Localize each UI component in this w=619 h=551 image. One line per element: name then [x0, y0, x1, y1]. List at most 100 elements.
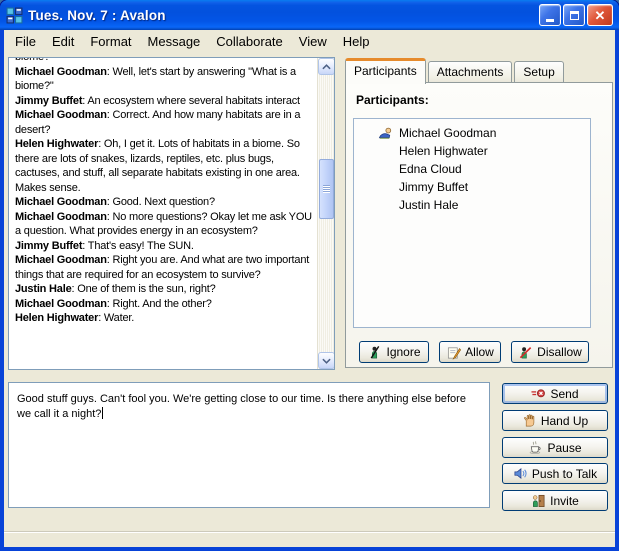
- chat-message: Michael GoodmanRight you are. And what a…: [15, 253, 314, 282]
- menu-item[interactable]: Message: [140, 32, 209, 51]
- message-author: Michael Goodman: [15, 109, 112, 121]
- menu-item[interactable]: Format: [82, 32, 139, 51]
- ignore-icon: [367, 345, 382, 360]
- speaker-icon: [513, 466, 528, 481]
- send-label: Send: [550, 387, 578, 401]
- minimize-button[interactable]: [539, 4, 561, 26]
- participant-row[interactable]: Michael Goodman: [354, 124, 590, 142]
- tab-attachments[interactable]: Attachments: [428, 61, 513, 83]
- menu-item[interactable]: Collaborate: [208, 32, 291, 51]
- chat-transcript[interactable]: biome? Michael GoodmanWell, let's start …: [8, 57, 335, 370]
- participant-name: Michael Goodman: [399, 126, 496, 140]
- app-window: Tues. Nov. 7 : Avalon ✕ File Edit Format…: [0, 0, 619, 551]
- moderation-buttons: Ignore Allow: [346, 341, 612, 365]
- participants-panel: Participants: Michael Goodman: [345, 82, 613, 368]
- participant-row[interactable]: Jimmy Buffet: [354, 178, 590, 196]
- scroll-down-button[interactable]: [318, 352, 335, 369]
- participant-row[interactable]: Helen Highwater: [354, 142, 590, 160]
- message-input[interactable]: Good stuff guys. Can't fool you. We're g…: [8, 382, 490, 508]
- message-author: Michael Goodman: [15, 211, 112, 223]
- minimize-icon: [546, 19, 554, 22]
- ignore-label: Ignore: [386, 345, 420, 359]
- transcript-text: biome? Michael GoodmanWell, let's start …: [9, 58, 317, 369]
- app-icon: [6, 7, 23, 24]
- chat-message: Jimmy BuffetThat's easy! The SUN.: [15, 239, 314, 254]
- chat-message: Michael GoodmanRight. And the other?: [15, 297, 314, 312]
- participant-name: Edna Cloud: [399, 162, 462, 176]
- message-text: One of them is the sun, right?: [77, 283, 215, 295]
- participant-name: Justin Hale: [399, 198, 458, 212]
- menu-item[interactable]: View: [291, 32, 335, 51]
- chat-message: Michael GoodmanWell, let's start by answ…: [15, 65, 314, 94]
- close-button[interactable]: ✕: [587, 4, 613, 26]
- scroll-up-button[interactable]: [318, 58, 335, 75]
- menubar: File Edit Format Message Collaborate Vie…: [4, 30, 615, 52]
- hand-up-button[interactable]: Hand Up: [502, 410, 608, 431]
- participant-row[interactable]: Justin Hale: [354, 196, 590, 214]
- push-to-talk-button[interactable]: Push to Talk: [502, 463, 608, 484]
- thumb-grip-icon: [323, 185, 330, 193]
- message-author: Helen Highwater: [15, 312, 104, 324]
- chat-message: Michael GoodmanNo more questions? Okay l…: [15, 210, 314, 239]
- window-body: File Edit Format Message Collaborate Vie…: [4, 30, 615, 547]
- participants-list[interactable]: Michael Goodman Helen Highwater: [353, 118, 591, 328]
- pause-button[interactable]: Pause: [502, 437, 608, 458]
- allow-icon: [446, 345, 461, 360]
- menu-item[interactable]: Help: [335, 32, 378, 51]
- chat-message: Helen HighwaterWater.: [15, 311, 314, 326]
- message-author: Michael Goodman: [15, 298, 112, 310]
- transcript-scrollbar[interactable]: [317, 58, 334, 369]
- maximize-icon: [570, 11, 579, 20]
- composer-text: Good stuff guys. Can't fool you. We're g…: [17, 393, 466, 420]
- message-author: Justin Hale: [15, 283, 77, 295]
- message-text: Right. And the other?: [112, 298, 211, 310]
- message-author: Jimmy Buffet: [15, 95, 87, 107]
- speaking-person-icon: [378, 126, 393, 141]
- menu-item[interactable]: Edit: [44, 32, 82, 51]
- message-author: Helen Highwater: [15, 138, 104, 150]
- scrollbar-thumb[interactable]: [319, 159, 334, 219]
- status-bar: [4, 531, 615, 547]
- chat-message: Michael GoodmanCorrect. And how many hab…: [15, 108, 314, 137]
- coffee-cup-icon: [528, 440, 543, 455]
- chevron-down-icon: [322, 358, 331, 364]
- window-title: Tues. Nov. 7 : Avalon: [28, 8, 539, 23]
- text-cursor: [102, 407, 103, 419]
- pause-label: Pause: [547, 441, 581, 455]
- hand-icon: [522, 413, 537, 428]
- door-person-icon: [531, 493, 546, 508]
- message-text: That's easy! The SUN.: [88, 240, 194, 252]
- titlebar[interactable]: Tues. Nov. 7 : Avalon ✕: [0, 0, 619, 30]
- hand-up-label: Hand Up: [541, 414, 588, 428]
- chat-message: Helen HighwaterOh, I get it. Lots of hab…: [15, 137, 314, 195]
- send-button[interactable]: Send: [502, 383, 608, 404]
- maximize-button[interactable]: [563, 4, 585, 26]
- push-to-talk-label: Push to Talk: [532, 467, 597, 481]
- message-text: Water.: [104, 312, 134, 324]
- tab-participants[interactable]: Participants: [345, 58, 426, 84]
- menu-item[interactable]: File: [7, 32, 44, 51]
- message-text: An ecosystem where several habitats inte…: [87, 95, 300, 107]
- participants-heading: Participants:: [356, 93, 429, 107]
- message-author: Michael Goodman: [15, 66, 112, 78]
- invite-label: Invite: [550, 494, 579, 508]
- message-author: Michael Goodman: [15, 254, 112, 266]
- message-text: Good. Next question?: [112, 196, 214, 208]
- disallow-icon: [518, 345, 533, 360]
- disallow-label: Disallow: [537, 345, 582, 359]
- chevron-up-icon: [322, 64, 331, 70]
- chat-message: Michael GoodmanGood. Next question?: [15, 195, 314, 210]
- chat-message: Justin HaleOne of them is the sun, right…: [15, 282, 314, 297]
- ignore-button[interactable]: Ignore: [359, 341, 429, 363]
- participant-row[interactable]: Edna Cloud: [354, 160, 590, 178]
- tab-setup[interactable]: Setup: [514, 61, 563, 83]
- chat-message: Jimmy BuffetAn ecosystem where several h…: [15, 94, 314, 109]
- message-author: Michael Goodman: [15, 196, 112, 208]
- right-panel-tabs: Participants Attachments Setup: [345, 60, 566, 83]
- disallow-button[interactable]: Disallow: [511, 341, 589, 363]
- participant-name: Helen Highwater: [399, 144, 488, 158]
- allow-button[interactable]: Allow: [439, 341, 501, 363]
- close-icon: ✕: [595, 9, 606, 22]
- allow-label: Allow: [465, 345, 494, 359]
- invite-button[interactable]: Invite: [502, 490, 608, 511]
